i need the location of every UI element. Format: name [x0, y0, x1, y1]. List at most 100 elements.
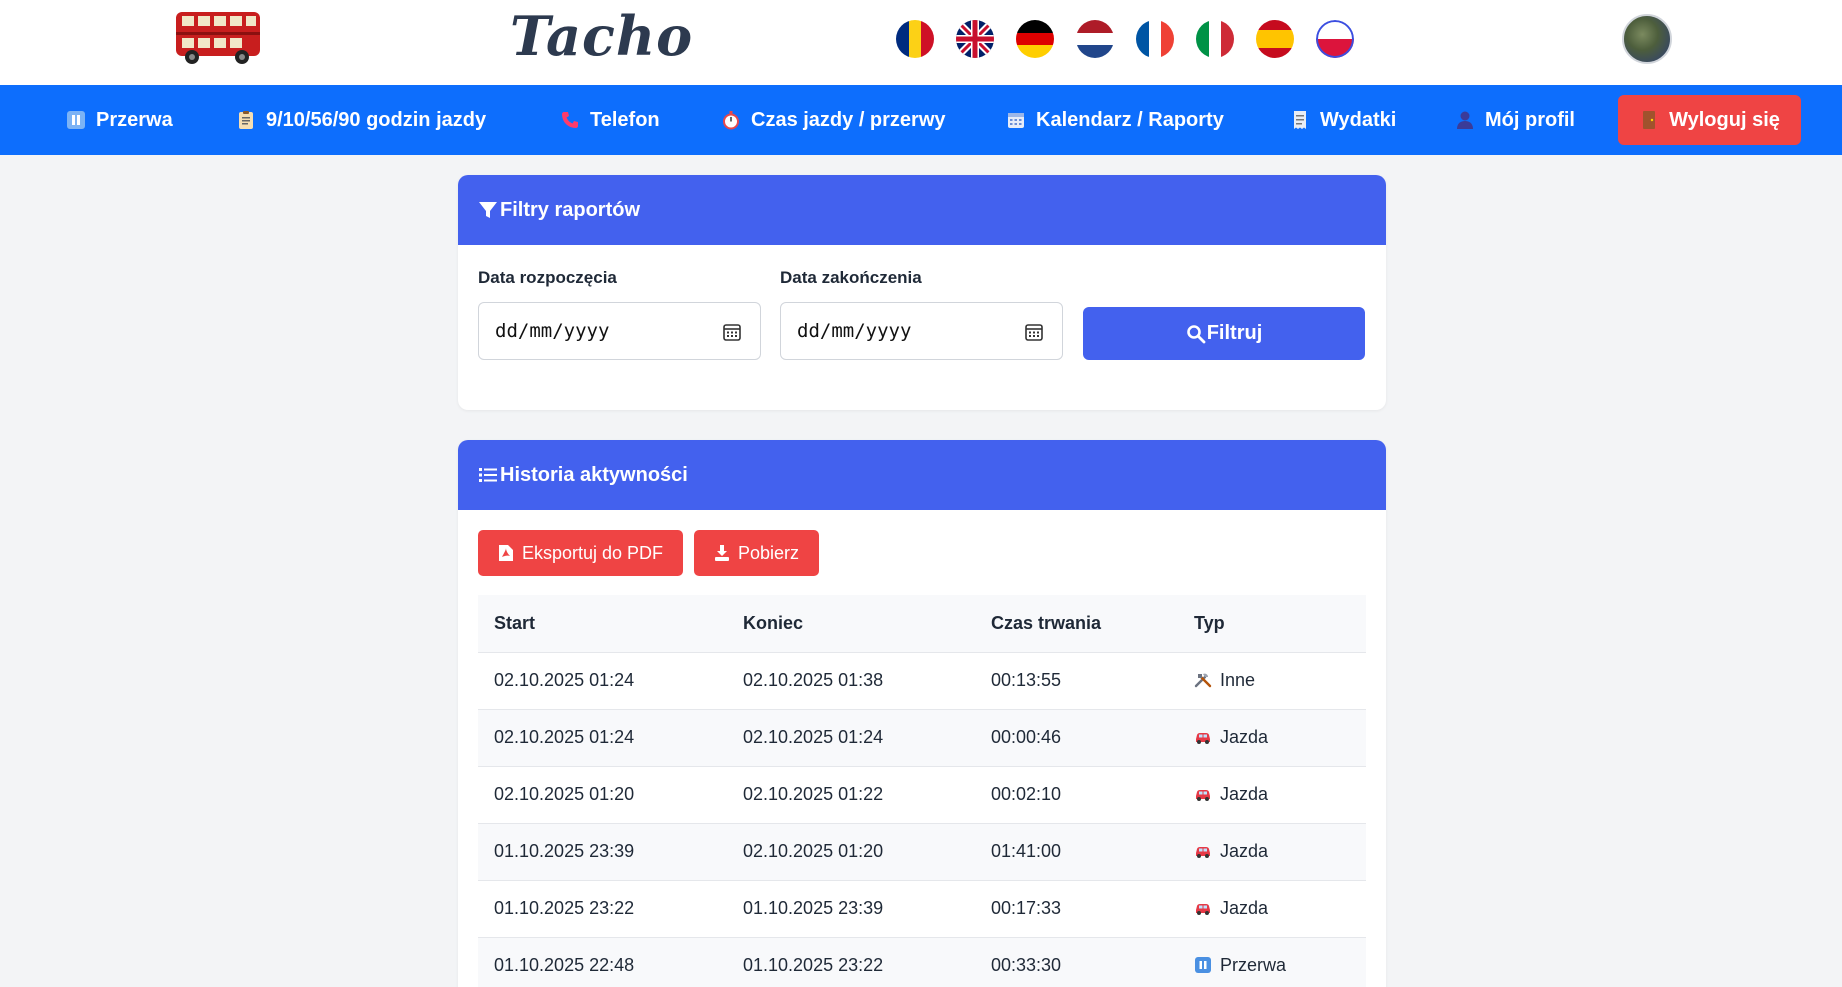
cell-end: 02.10.2025 01:22 [743, 784, 884, 804]
cell-start: 01.10.2025 22:48 [494, 955, 635, 976]
cell-duration: 00:00:46 [991, 727, 1062, 747]
cell-end: 02.10.2025 01:24 [743, 727, 884, 747]
table-row[interactable]: 02.10.2025 01:24 02.10.2025 01:24 00:00:46… [478, 709, 1366, 766]
column-header-end[interactable]: Koniec [727, 595, 975, 652]
type-label: Jazda [1220, 784, 1269, 804]
cell-duration: 00:02:10 [991, 784, 1062, 804]
nav-item-przerwa[interactable]: Przerwa [66, 85, 173, 155]
table-row[interactable]: 01.10.2025 23:39 02.10.2025 01:20 01:41:00… [478, 823, 1366, 880]
receipt-icon [1290, 110, 1310, 130]
cell-start: 02.10.2025 01:20 [494, 784, 635, 804]
column-header-type[interactable]: Typ [1178, 595, 1366, 652]
phone-icon [560, 110, 580, 130]
end-date-label: Data zakończenia [780, 268, 922, 287]
table-row[interactable]: 01.10.2025 22:48 01.10.2025 23:22 00:33:30… [478, 937, 1366, 987]
nav-label: Przerwa [96, 108, 173, 131]
cell-type: Jazda [1178, 709, 1366, 766]
bus-logo-image[interactable] [172, 6, 266, 66]
cell-duration: 00:13:55 [991, 670, 1062, 690]
clipboard-icon [236, 110, 256, 130]
cell-end: 01.10.2025 23:22 [743, 955, 884, 976]
cell-start: 01.10.2025 23:22 [494, 898, 635, 918]
nav-item-telefon[interactable]: Telefon [560, 85, 660, 155]
download-label: Pobierz [738, 542, 800, 563]
type-label: Jazda [1220, 727, 1269, 747]
start-date-label: Data rozpoczęcia [478, 268, 617, 287]
app-logo[interactable]: Tacho [510, 4, 693, 68]
table-row[interactable]: 01.10.2025 23:22 01.10.2025 23:39 00:17:33… [478, 880, 1366, 937]
nav-label: Telefon [590, 108, 660, 131]
pause-icon [66, 110, 86, 130]
type-label: Przerwa [1220, 955, 1287, 976]
export-pdf-label: Eksportuj do PDF [522, 542, 664, 563]
cell-type: Inne [1178, 652, 1366, 709]
language-switcher [896, 20, 1354, 58]
door-icon [1643, 111, 1656, 129]
type-label: Inne [1220, 670, 1256, 690]
cell-type: Jazda [1178, 823, 1366, 880]
cell-type: Jazda [1178, 880, 1366, 937]
nav-item-moj-profil[interactable]: Mój profil [1455, 85, 1575, 155]
export-pdf-button[interactable]: Eksportuj do PDF [478, 530, 684, 576]
calendar-icon [1006, 110, 1026, 130]
cell-duration: 00:17:33 [991, 898, 1062, 918]
car-icon [1194, 900, 1212, 916]
nav-label: Wydatki [1320, 108, 1397, 131]
car-icon [1194, 786, 1212, 802]
flag-es-icon[interactable] [1256, 20, 1294, 58]
history-title: Historia aktywności [500, 463, 688, 486]
end-date-input[interactable]: dd/mm/yyyy [780, 302, 1063, 360]
table-row[interactable]: 02.10.2025 01:20 02.10.2025 01:22 00:02:10… [478, 766, 1366, 823]
pause-icon [1194, 957, 1212, 974]
user-avatar[interactable] [1622, 14, 1672, 64]
nav-label: Kalendarz / Raporty [1036, 108, 1224, 131]
filters-card-header: Filtry raportów [458, 175, 1386, 245]
list-icon [479, 468, 497, 482]
end-date-value: dd/mm/yyyy [797, 320, 912, 342]
nav-item-kalendarz[interactable]: Kalendarz / Raporty [1006, 85, 1224, 155]
filter-icon [479, 202, 497, 218]
calendar-picker-icon[interactable] [722, 322, 742, 342]
nav-label: Czas jazdy / przerwy [751, 108, 946, 131]
flag-gb-icon[interactable] [956, 20, 994, 58]
cell-duration: 01:41:00 [991, 841, 1062, 861]
flag-fr-icon[interactable] [1136, 20, 1174, 58]
cell-end: 02.10.2025 01:38 [743, 670, 884, 690]
main-navbar: Przerwa 9/10/56/90 godzin jazdy Telefon … [0, 85, 1842, 155]
user-icon [1455, 110, 1475, 130]
logout-button[interactable]: Wyloguj się [1618, 95, 1801, 145]
nav-label: Mój profil [1485, 108, 1575, 131]
history-card-header: Historia aktywności [458, 440, 1386, 510]
table-header-row: Start Koniec Czas trwania Typ [478, 595, 1366, 652]
flag-pl-icon[interactable] [1316, 20, 1354, 58]
nav-item-godziny-jazdy[interactable]: 9/10/56/90 godzin jazdy [236, 85, 486, 155]
download-button[interactable]: Pobierz [694, 530, 820, 576]
download-icon [715, 545, 729, 561]
start-date-input[interactable]: dd/mm/yyyy [478, 302, 761, 360]
cell-duration: 00:33:30 [991, 955, 1062, 976]
column-header-start[interactable]: Start [478, 595, 727, 652]
pdf-file-icon [499, 545, 513, 561]
search-icon [1186, 324, 1206, 343]
cell-type: Przerwa [1178, 937, 1366, 987]
filter-button-label: Filtruj [1206, 322, 1263, 344]
logout-label: Wyloguj się [1669, 108, 1780, 131]
type-label: Jazda [1220, 898, 1269, 918]
calendar-picker-icon[interactable] [1024, 322, 1044, 342]
column-header-duration[interactable]: Czas trwania [975, 595, 1178, 652]
nav-item-czas-jazdy[interactable]: Czas jazdy / przerwy [721, 85, 946, 155]
cell-start: 01.10.2025 23:39 [494, 841, 635, 861]
activity-table: Start Koniec Czas trwania Typ 02.10.2025… [478, 595, 1366, 987]
flag-nl-icon[interactable] [1076, 20, 1114, 58]
cell-start: 02.10.2025 01:24 [494, 727, 635, 747]
flag-it-icon[interactable] [1196, 20, 1234, 58]
table-row[interactable]: 02.10.2025 01:24 02.10.2025 01:38 00:13:55… [478, 652, 1366, 709]
flag-de-icon[interactable] [1016, 20, 1054, 58]
top-header: Tacho [0, 0, 1842, 85]
filters-title: Filtry raportów [500, 198, 641, 221]
flag-ro-icon[interactable] [896, 20, 934, 58]
car-icon [1194, 729, 1212, 745]
nav-item-wydatki[interactable]: Wydatki [1290, 85, 1396, 155]
car-icon [1194, 843, 1212, 859]
filter-button[interactable]: Filtruj [1083, 307, 1365, 360]
